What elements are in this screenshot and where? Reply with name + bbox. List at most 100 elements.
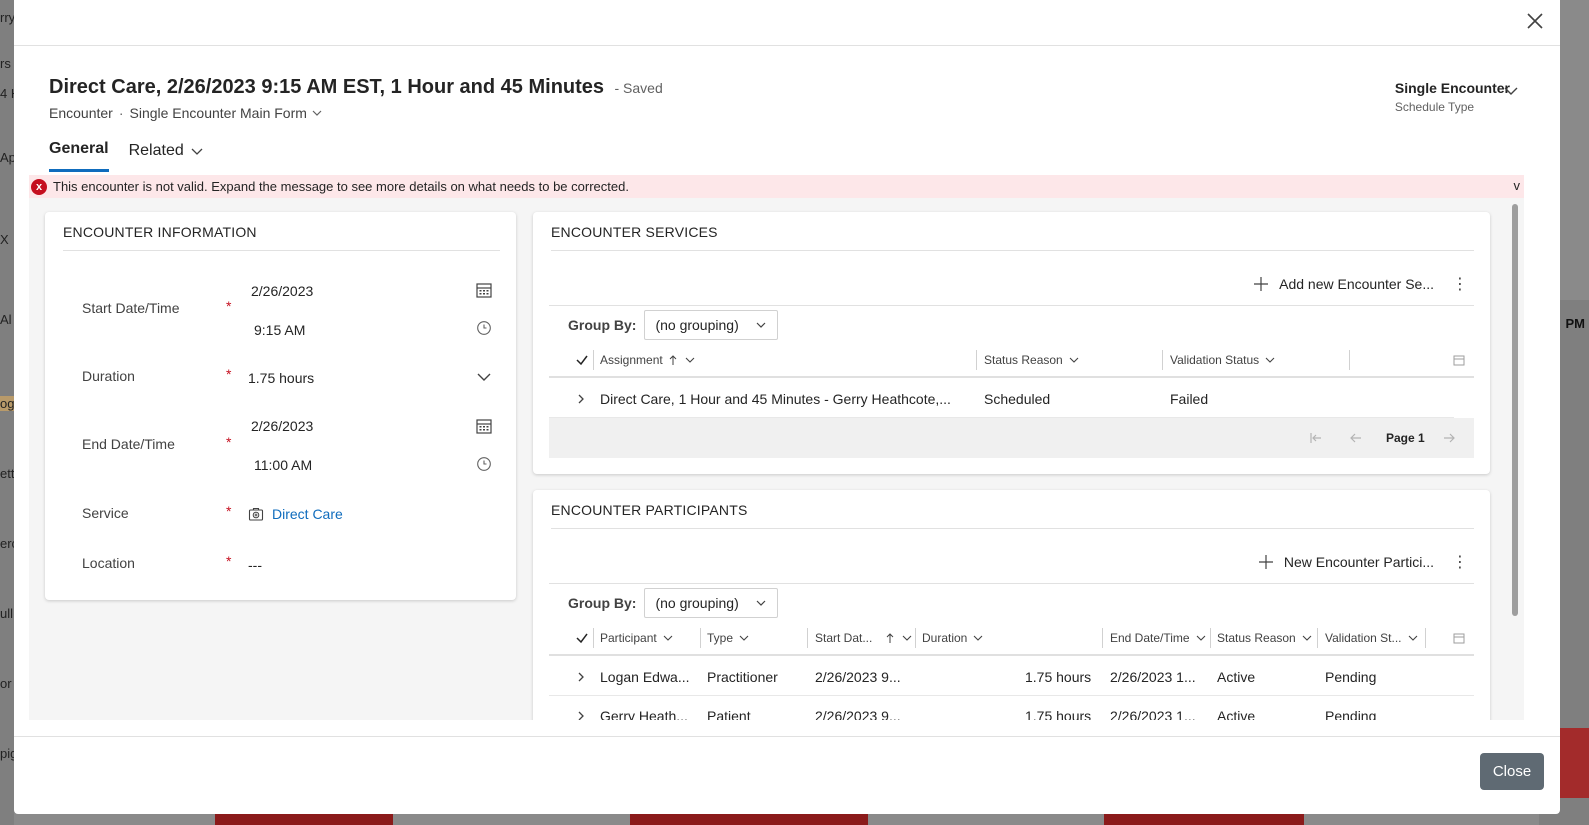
cell-validation-status: Pending bbox=[1325, 708, 1377, 720]
breadcrumb: Encounter · Single Encounter Main Form bbox=[49, 105, 663, 121]
schedule-type-label: Schedule Type bbox=[1394, 100, 1475, 114]
participants-grid-header: Participant Type Start Dat... Duration E… bbox=[549, 620, 1474, 656]
column-settings-icon[interactable] bbox=[1453, 342, 1465, 378]
schedule-type-field[interactable]: Single Encounter Schedule Type bbox=[1395, 80, 1510, 114]
cell-participant[interactable]: Gerry Heath... bbox=[600, 697, 700, 720]
previous-page-icon[interactable] bbox=[1349, 418, 1363, 458]
section-title: ENCOUNTER INFORMATION bbox=[63, 224, 257, 240]
chevron-right-icon[interactable] bbox=[575, 697, 587, 720]
column-divider bbox=[915, 628, 916, 648]
chevron-down-icon bbox=[1069, 357, 1079, 363]
location-lookup[interactable]: --- bbox=[248, 557, 262, 573]
column-header-status-reason[interactable]: Status Reason bbox=[1217, 620, 1314, 656]
duration-select[interactable]: 1.75 hours bbox=[248, 370, 314, 386]
column-header-status-reason[interactable]: Status Reason bbox=[984, 342, 1081, 378]
column-header-label: Start Dat... bbox=[815, 631, 873, 645]
column-header-assignment[interactable]: Assignment bbox=[600, 342, 697, 378]
group-by-select[interactable]: (no grouping) bbox=[644, 588, 779, 618]
cell-start-date: 2/26/2023 9... bbox=[815, 708, 901, 720]
cell-participant[interactable]: Logan Edwa... bbox=[600, 658, 700, 696]
column-divider bbox=[1349, 350, 1350, 370]
column-header-duration[interactable]: Duration bbox=[922, 620, 985, 656]
bg-event-block bbox=[215, 813, 393, 825]
cell-assignment[interactable]: Direct Care, 1 Hour and 45 Minutes - Ger… bbox=[600, 380, 970, 418]
chevron-right-icon[interactable] bbox=[575, 380, 587, 418]
service-link[interactable]: Direct Care bbox=[272, 506, 343, 522]
chevron-down-icon bbox=[685, 357, 695, 363]
column-settings-icon[interactable] bbox=[1453, 620, 1465, 656]
tab-related-label: Related bbox=[128, 141, 184, 159]
bg-fragment: rs bbox=[0, 56, 11, 71]
group-by-label: Group By: bbox=[568, 595, 637, 611]
tab-general[interactable]: General bbox=[49, 140, 109, 172]
required-indicator: * bbox=[226, 553, 232, 569]
column-header-validation-status[interactable]: Validation Status bbox=[1170, 342, 1277, 378]
services-pagination: Page 1 bbox=[549, 418, 1474, 458]
form-scrollbar[interactable] bbox=[1512, 204, 1518, 616]
entity-name: Encounter bbox=[49, 105, 113, 121]
service-lookup: Direct Care bbox=[248, 506, 343, 522]
header-expand-chevron-icon[interactable] bbox=[1502, 82, 1520, 105]
end-datetime-label: End Date/Time bbox=[82, 436, 175, 452]
cell-validation-status: Failed bbox=[1170, 391, 1209, 407]
chevron-down-icon bbox=[757, 322, 766, 328]
section-divider bbox=[551, 250, 1474, 251]
cell-duration: 1.75 hours bbox=[1025, 669, 1092, 685]
bg-fragment: og bbox=[0, 396, 14, 411]
column-header-start-date[interactable]: Start Dat... bbox=[815, 620, 914, 656]
start-date-input[interactable]: 2/26/2023 bbox=[251, 283, 313, 299]
form-selector[interactable]: Single Encounter Main Form bbox=[130, 105, 323, 121]
start-time-input[interactable]: 9:15 AM bbox=[254, 322, 305, 338]
group-by-select[interactable]: (no grouping) bbox=[644, 310, 779, 340]
more-commands-icon[interactable]: ⋮ bbox=[1446, 552, 1474, 572]
command-bar-divider bbox=[549, 583, 1474, 584]
column-divider bbox=[1210, 628, 1211, 648]
sort-ascending-icon bbox=[669, 355, 677, 365]
select-all-checkbox[interactable] bbox=[575, 342, 589, 378]
cell-end-datetime: 2/26/2023 1... bbox=[1110, 669, 1196, 685]
new-encounter-participant-button[interactable]: New Encounter Partici... bbox=[1258, 554, 1434, 570]
bg-time-label: PM bbox=[1565, 316, 1586, 331]
chevron-down-icon bbox=[757, 600, 766, 606]
calendar-icon[interactable] bbox=[475, 281, 493, 299]
next-page-icon[interactable] bbox=[1442, 418, 1456, 458]
column-header-end-datetime[interactable]: End Date/Time bbox=[1110, 620, 1208, 656]
sort-ascending-icon bbox=[887, 633, 894, 643]
duration-label: Duration bbox=[82, 368, 135, 384]
alert-message: This encounter is not valid. Expand the … bbox=[53, 179, 629, 194]
footer-divider bbox=[14, 736, 1560, 737]
calendar-icon[interactable] bbox=[475, 417, 493, 435]
tab-related[interactable]: Related bbox=[129, 140, 204, 172]
column-header-validation-status[interactable]: Validation St... bbox=[1325, 620, 1420, 656]
bg-fragment: Ap bbox=[0, 150, 14, 165]
end-date-input[interactable]: 2/26/2023 bbox=[251, 418, 313, 434]
table-row[interactable]: Gerry Heath... Patient 2/26/2023 9... 1.… bbox=[549, 697, 1474, 720]
end-time-input[interactable]: 11:00 AM bbox=[254, 457, 312, 473]
record-header: Direct Care, 2/26/2023 9:15 AM EST, 1 Ho… bbox=[49, 76, 663, 121]
group-by-control: Group By: (no grouping) bbox=[568, 310, 779, 340]
more-commands-icon[interactable]: ⋮ bbox=[1446, 274, 1474, 294]
chevron-down-icon[interactable] bbox=[475, 368, 493, 386]
column-header-label: Status Reason bbox=[984, 353, 1063, 367]
table-row[interactable]: Direct Care, 1 Hour and 45 Minutes - Ger… bbox=[549, 380, 1454, 418]
chevron-down-icon bbox=[973, 635, 983, 641]
clock-icon[interactable] bbox=[476, 456, 494, 474]
column-header-type[interactable]: Type bbox=[707, 620, 751, 656]
encounter-services-section: ENCOUNTER SERVICES Add new Encounter Se.… bbox=[533, 212, 1490, 474]
alert-expand-icon[interactable]: v bbox=[1514, 178, 1521, 193]
table-row[interactable]: Logan Edwa... Practitioner 2/26/2023 9..… bbox=[549, 658, 1474, 696]
close-button[interactable]: Close bbox=[1480, 753, 1544, 790]
first-page-icon[interactable] bbox=[1309, 418, 1323, 458]
cell-validation-status: Pending bbox=[1325, 669, 1377, 685]
section-divider bbox=[551, 528, 1474, 529]
required-indicator: * bbox=[226, 434, 232, 450]
column-divider bbox=[1425, 628, 1426, 648]
column-header-participant[interactable]: Participant bbox=[600, 620, 675, 656]
add-encounter-service-label: Add new Encounter Se... bbox=[1279, 276, 1434, 292]
chevron-right-icon[interactable] bbox=[575, 658, 587, 696]
clock-icon[interactable] bbox=[476, 320, 494, 338]
select-all-checkbox[interactable] bbox=[575, 620, 589, 656]
chevron-down-icon bbox=[1408, 635, 1417, 641]
add-encounter-service-button[interactable]: Add new Encounter Se... bbox=[1253, 276, 1434, 292]
close-dialog-icon[interactable] bbox=[1524, 10, 1546, 32]
